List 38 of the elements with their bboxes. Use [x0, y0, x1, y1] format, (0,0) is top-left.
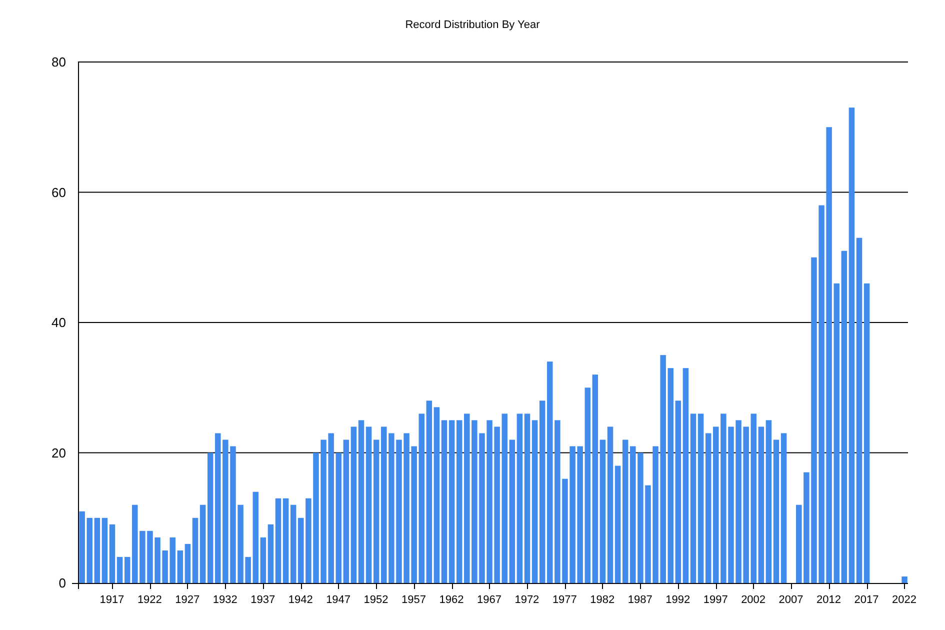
chart-title: Record Distribution By Year — [405, 18, 540, 32]
x-tick-label: 1967 — [476, 594, 502, 606]
x-tick-label: 1927 — [175, 594, 200, 606]
bar — [154, 537, 160, 583]
x-tick-label: 1932 — [212, 594, 238, 606]
x-tick-label: 1917 — [100, 594, 124, 606]
bar — [298, 518, 304, 583]
x-tick-label: 1922 — [137, 594, 162, 606]
bar — [162, 550, 168, 583]
x-tick-label: 2012 — [816, 594, 842, 606]
x-tick-label: 1997 — [703, 594, 728, 606]
x-tick-label: 2022 — [892, 594, 916, 606]
y-tick-label: 80 — [52, 54, 66, 70]
y-tick-label: 0 — [58, 576, 66, 590]
x-tick-label: 1952 — [364, 594, 388, 606]
x-tick-label: 1947 — [326, 594, 351, 606]
bar — [86, 518, 92, 583]
x-tick-label: 1957 — [402, 594, 426, 606]
x-tick-label: 1977 — [552, 594, 577, 606]
x-tick-label: 2007 — [778, 594, 804, 606]
x-tick-label: 1962 — [439, 594, 464, 606]
x-tick-label: 2002 — [741, 594, 766, 606]
y-tick-label: 60 — [52, 184, 66, 200]
y-tick-label: 40 — [52, 315, 66, 330]
x-tick-label: 1992 — [666, 594, 690, 606]
bar — [140, 530, 146, 583]
y-tick-label: 20 — [52, 445, 66, 460]
x-tick-label: 2017 — [854, 594, 879, 606]
x-tick-label: 1982 — [590, 594, 615, 606]
bar — [245, 556, 251, 583]
x-tick-label: 1972 — [514, 594, 540, 606]
bar — [902, 576, 908, 583]
bar — [147, 530, 153, 583]
x-tick-label: 1942 — [288, 594, 313, 606]
bar — [170, 537, 176, 583]
x-tick-label: 1937 — [250, 594, 276, 606]
x-tick-label: 1987 — [628, 594, 652, 606]
bar — [79, 511, 85, 583]
